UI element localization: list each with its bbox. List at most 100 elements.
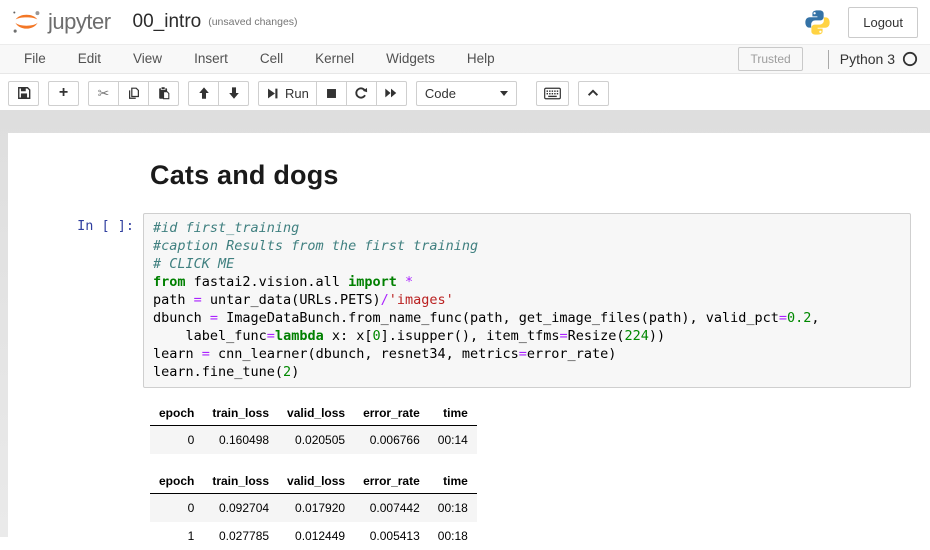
column-header: train_loss xyxy=(203,469,278,494)
menu-cell[interactable]: Cell xyxy=(244,45,299,73)
header-right: Logout xyxy=(804,7,920,38)
checkpoint-status: (unsaved changes) xyxy=(208,16,297,28)
circle-icon xyxy=(902,51,918,67)
menu-view[interactable]: View xyxy=(117,45,178,73)
fast-forward-icon xyxy=(384,86,398,100)
command-palette-button[interactable] xyxy=(536,81,569,106)
column-header: valid_loss xyxy=(278,401,354,426)
keyboard-icon xyxy=(544,87,561,100)
cell-type-dropdown[interactable]: Code xyxy=(416,81,517,106)
logout-button[interactable]: Logout xyxy=(848,7,918,38)
notebook-container: Cats and dogs In [ ]: #id first_training… xyxy=(8,133,930,537)
restart-kernel-button[interactable] xyxy=(346,81,377,106)
output-table: epochtrain_lossvalid_losserror_ratetime0… xyxy=(150,401,477,454)
table-cell: 1 xyxy=(150,522,203,550)
menubar: File Edit View Insert Cell Kernel Widget… xyxy=(0,44,930,74)
column-header: epoch xyxy=(150,469,203,494)
paste-cell-button[interactable] xyxy=(148,81,179,106)
menu-insert[interactable]: Insert xyxy=(178,45,244,73)
code-editor[interactable]: #id first_training#caption Results from … xyxy=(143,213,911,388)
code-line[interactable]: from fastai2.vision.all import * xyxy=(153,273,906,291)
code-line[interactable]: learn = cnn_learner(dbunch, resnet34, me… xyxy=(153,345,906,363)
kernel-status-indicator xyxy=(902,51,918,67)
table-cell: 0.017920 xyxy=(278,494,354,523)
input-prompt: In [ ]: xyxy=(8,213,143,388)
save-icon xyxy=(17,86,31,100)
move-cell-down-button[interactable] xyxy=(218,81,249,106)
table-cell: 0.020505 xyxy=(278,426,354,455)
table-cell: 0.092704 xyxy=(203,494,278,523)
table-cell: 00:18 xyxy=(429,494,477,523)
table-header-row: epochtrain_lossvalid_losserror_ratetime xyxy=(150,401,477,426)
cut-cell-button[interactable]: ✂ xyxy=(88,81,119,106)
notebook-title[interactable]: 00_intro xyxy=(133,11,202,33)
run-button[interactable]: Run xyxy=(258,81,317,106)
step-forward-icon xyxy=(266,87,279,100)
table-cell: 0.160498 xyxy=(203,426,278,455)
arrow-down-icon xyxy=(227,86,241,100)
code-line[interactable]: dbunch = ImageDataBunch.from_name_func(p… xyxy=(153,309,906,327)
table-cell: 0.006766 xyxy=(354,426,429,455)
table-cell: 0.027785 xyxy=(203,522,278,550)
markdown-heading[interactable]: Cats and dogs xyxy=(150,160,930,191)
menu-edit[interactable]: Edit xyxy=(62,45,117,73)
column-header: error_rate xyxy=(354,469,429,494)
table-cell: 0.012449 xyxy=(278,522,354,550)
code-line[interactable]: path = untar_data(URLs.PETS)/'images' xyxy=(153,291,906,309)
code-line[interactable]: # CLICK ME xyxy=(153,255,906,273)
cut-icon: ✂ xyxy=(98,86,110,100)
run-button-label: Run xyxy=(285,86,309,101)
kernel-name: Python 3 xyxy=(840,51,895,67)
trusted-button[interactable]: Trusted xyxy=(738,47,802,71)
table-cell: 0.005413 xyxy=(354,522,429,550)
table-row: 00.1604980.0205050.00676600:14 xyxy=(150,426,477,455)
toolbar: + ✂ xyxy=(0,74,930,110)
column-header: time xyxy=(429,401,477,426)
code-line[interactable]: learn.fine_tune(2) xyxy=(153,363,906,381)
column-header: epoch xyxy=(150,401,203,426)
jupyter-logo-icon xyxy=(10,7,43,37)
add-cell-button[interactable]: + xyxy=(48,81,79,106)
code-line[interactable]: #id first_training xyxy=(153,219,906,237)
save-button[interactable] xyxy=(8,81,39,106)
paste-icon xyxy=(157,86,171,100)
menubar-right: Trusted Python 3 xyxy=(738,47,922,71)
menu-help[interactable]: Help xyxy=(451,45,511,73)
site-background: Cats and dogs In [ ]: #id first_training… xyxy=(0,110,930,537)
jupyter-wordmark: jupyter xyxy=(48,9,111,35)
table-cell: 00:18 xyxy=(429,522,477,550)
code-cell[interactable]: In [ ]: #id first_training#caption Resul… xyxy=(8,213,930,388)
python-logo-icon xyxy=(804,9,831,36)
menubar-divider xyxy=(828,50,829,69)
column-header: train_loss xyxy=(203,401,278,426)
interrupt-kernel-button[interactable] xyxy=(316,81,347,106)
column-header: valid_loss xyxy=(278,469,354,494)
table-cell: 0 xyxy=(150,494,203,523)
chevron-up-icon xyxy=(586,86,600,100)
menu-kernel[interactable]: Kernel xyxy=(299,45,370,73)
arrow-up-icon xyxy=(197,86,211,100)
jupyter-logo[interactable]: jupyter xyxy=(10,7,111,37)
table-cell: 0 xyxy=(150,426,203,455)
copy-icon xyxy=(127,86,141,100)
notebook-header: jupyter 00_intro (unsaved changes) Logou… xyxy=(0,0,930,44)
table-row: 10.0277850.0124490.00541300:18 xyxy=(150,522,477,550)
table-cell: 0.007442 xyxy=(354,494,429,523)
restart-run-all-button[interactable] xyxy=(376,81,407,106)
cell-type-value: Code xyxy=(425,86,456,101)
menu-widgets[interactable]: Widgets xyxy=(370,45,451,73)
table-cell: 00:14 xyxy=(429,426,477,455)
move-cell-up-button[interactable] xyxy=(188,81,219,106)
code-line[interactable]: #caption Results from the first training xyxy=(153,237,906,255)
column-header: error_rate xyxy=(354,401,429,426)
stop-icon xyxy=(325,87,338,100)
scroll-up-button[interactable] xyxy=(578,81,609,106)
table-row: 00.0927040.0179200.00744200:18 xyxy=(150,494,477,523)
dropdown-caret-icon xyxy=(500,91,508,96)
table-header-row: epochtrain_lossvalid_losserror_ratetime xyxy=(150,469,477,494)
menu-file[interactable]: File xyxy=(8,45,62,73)
output-area: epochtrain_lossvalid_losserror_ratetime0… xyxy=(150,401,930,550)
copy-cell-button[interactable] xyxy=(118,81,149,106)
add-icon: + xyxy=(59,85,68,101)
code-line[interactable]: label_func=lambda x: x[0].isupper(), ite… xyxy=(153,327,906,345)
